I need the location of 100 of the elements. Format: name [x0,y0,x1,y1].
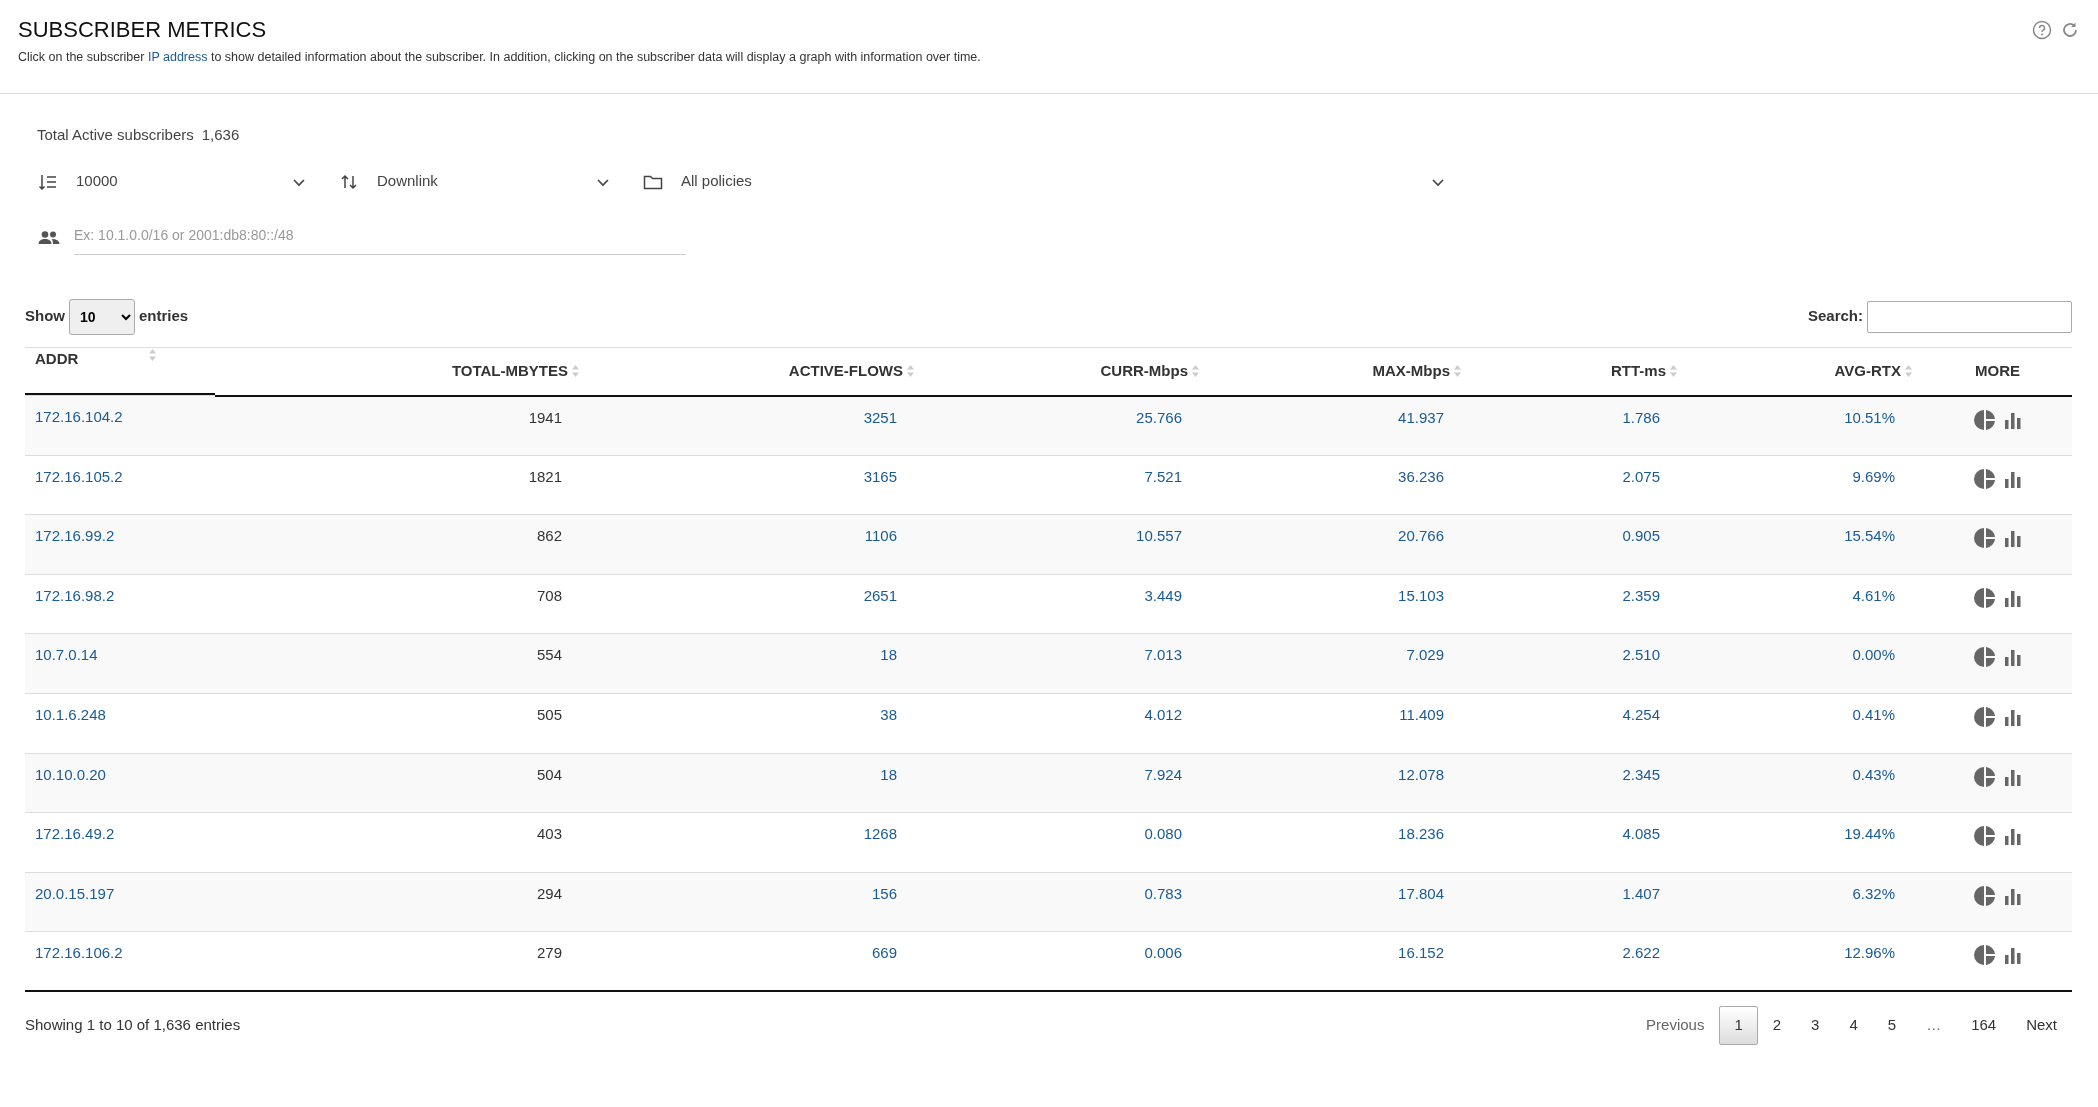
pie-chart-icon[interactable] [1973,408,1996,431]
next-link[interactable]: Next [2011,1006,2072,1045]
ip-address-link[interactable]: 172.16.105.2 [35,467,123,485]
page-link[interactable]: 164 [1956,1006,2012,1045]
metric-link[interactable]: 20.766 [1398,527,1444,545]
metric-link[interactable]: 4.012 [1144,705,1182,723]
pie-chart-icon[interactable] [1973,944,1996,967]
metric-link[interactable]: 16.152 [1398,944,1444,962]
bar-chart-icon[interactable] [2003,945,2022,966]
metric-link[interactable]: 4.085 [1622,825,1660,843]
metric-link[interactable]: 18 [880,646,897,664]
pie-chart-icon[interactable] [1973,527,1996,550]
column-header[interactable]: AVG-RTX [1834,361,1901,379]
page-link[interactable]: 4 [1834,1006,1873,1045]
refresh-icon[interactable] [2060,20,2080,40]
ip-address-link[interactable]: 172.16.106.2 [35,944,123,962]
page-link[interactable]: 5 [1872,1006,1912,1045]
metric-link[interactable]: 10.557 [1136,527,1182,545]
metric-link[interactable]: 7.521 [1144,467,1182,485]
column-header[interactable]: RTT-ms [1611,361,1666,379]
metric-link[interactable]: 41.937 [1398,408,1444,426]
ip-address-link[interactable]: 10.1.6.248 [35,705,106,723]
column-header[interactable]: TOTAL-MBYTES [451,361,568,379]
pie-chart-icon[interactable] [1973,586,1996,609]
metric-link[interactable]: 1.407 [1622,884,1660,902]
metric-link[interactable]: 18 [880,765,897,783]
metric-link[interactable]: 4.254 [1622,705,1660,723]
metric-link[interactable]: 1.786 [1622,408,1660,426]
pie-chart-icon[interactable] [1973,646,1996,669]
metric-link[interactable]: 0.006 [1144,944,1182,962]
ip-address-link[interactable]: 10.10.0.20 [35,765,106,783]
bar-chart-icon[interactable] [2003,528,2022,549]
metric-link[interactable]: 4.61% [1852,586,1895,604]
previous-link: Previous [1645,1015,1706,1036]
metric-link[interactable]: 0.080 [1144,825,1182,843]
bar-chart-icon[interactable] [2003,647,2022,668]
ip-address-link[interactable]: 10.7.0.14 [35,646,98,664]
metric-link[interactable]: 2.510 [1622,646,1660,664]
column-header[interactable]: MAX-Mbps [1372,361,1450,379]
metric-link[interactable]: 36.236 [1398,467,1444,485]
ip-address-link[interactable]: IP address [147,50,208,64]
metric-link[interactable]: 9.69% [1852,467,1895,485]
metric-link[interactable]: 0.41% [1852,705,1895,723]
ip-address-link[interactable]: 172.16.98.2 [35,586,115,604]
metric-link[interactable]: 2651 [863,586,897,604]
metric-link[interactable]: 17.804 [1398,884,1444,902]
metric-link[interactable]: 0.00% [1852,646,1895,664]
metric-link[interactable]: 7.029 [1406,646,1444,664]
metric-link[interactable]: 38 [880,705,897,723]
metric-link[interactable]: 15.103 [1398,586,1444,604]
metric-link[interactable]: 3.449 [1144,586,1182,604]
page-link[interactable]: 3 [1796,1006,1835,1045]
search-field[interactable] [1867,300,2072,333]
pie-chart-icon[interactable] [1973,765,1996,788]
policy-select[interactable]: All policies [663,166,1431,197]
metric-link[interactable]: 156 [871,884,897,902]
ip-address-link[interactable]: 172.16.99.2 [35,527,115,545]
metric-link[interactable]: 18.236 [1398,825,1444,843]
metric-link[interactable]: 7.924 [1144,765,1182,783]
entries-select[interactable]: 10 [69,298,135,335]
metric-link[interactable]: 2.622 [1622,944,1660,962]
pie-chart-icon[interactable] [1973,825,1996,848]
metric-link[interactable]: 2.345 [1622,765,1660,783]
metric-link[interactable]: 0.43% [1852,765,1895,783]
metric-link[interactable]: 669 [871,944,897,962]
pie-chart-icon[interactable] [1973,705,1996,728]
metric-link[interactable]: 15.54% [1844,527,1895,545]
help-icon[interactable] [2032,20,2052,40]
metric-link[interactable]: 19.44% [1844,825,1895,843]
pie-chart-icon[interactable] [1973,884,1996,907]
direction-select[interactable]: Downlink [359,166,596,197]
metric-link[interactable]: 6.32% [1852,884,1895,902]
metric-link[interactable]: 2.359 [1622,586,1660,604]
metric-link[interactable]: 3251 [863,408,897,426]
metric-link[interactable]: 1268 [863,825,897,843]
metric-link[interactable]: 10.51% [1844,408,1895,426]
metric-link[interactable]: 7.013 [1144,646,1182,664]
metric-link[interactable]: 3165 [863,467,897,485]
ip-address-link[interactable]: 20.0.15.197 [35,884,115,902]
column-header[interactable]: ADDR [35,348,79,393]
metric-link[interactable]: 11.409 [1399,705,1444,723]
metric-link[interactable]: 25.766 [1136,408,1182,426]
column-header[interactable]: MORE [1975,361,2020,379]
metric-link[interactable]: 12.078 [1398,765,1444,783]
page-link[interactable]: 1 [1719,1006,1758,1045]
column-header[interactable]: CURR-Mbps [1100,361,1188,379]
bar-chart-icon[interactable] [2003,826,2022,847]
table-cell: 708 [536,586,562,604]
column-header[interactable]: ACTIVE-FLOWS [788,361,903,379]
metric-link[interactable]: 0.783 [1144,884,1182,902]
metric-link[interactable]: 0.905 [1622,527,1660,545]
table-cell: 862 [536,527,562,545]
ip-address-link[interactable]: 172.16.104.2 [35,408,123,425]
table-cell: 403 [536,825,562,843]
metric-link[interactable]: 1106 [864,527,897,545]
pie-chart-icon[interactable] [1973,467,1996,490]
ip-address-link[interactable]: 172.16.49.2 [35,825,115,843]
page-link[interactable]: 2 [1757,1006,1797,1045]
metric-link[interactable]: 2.075 [1622,467,1660,485]
metric-link[interactable]: 12.96% [1844,944,1895,962]
